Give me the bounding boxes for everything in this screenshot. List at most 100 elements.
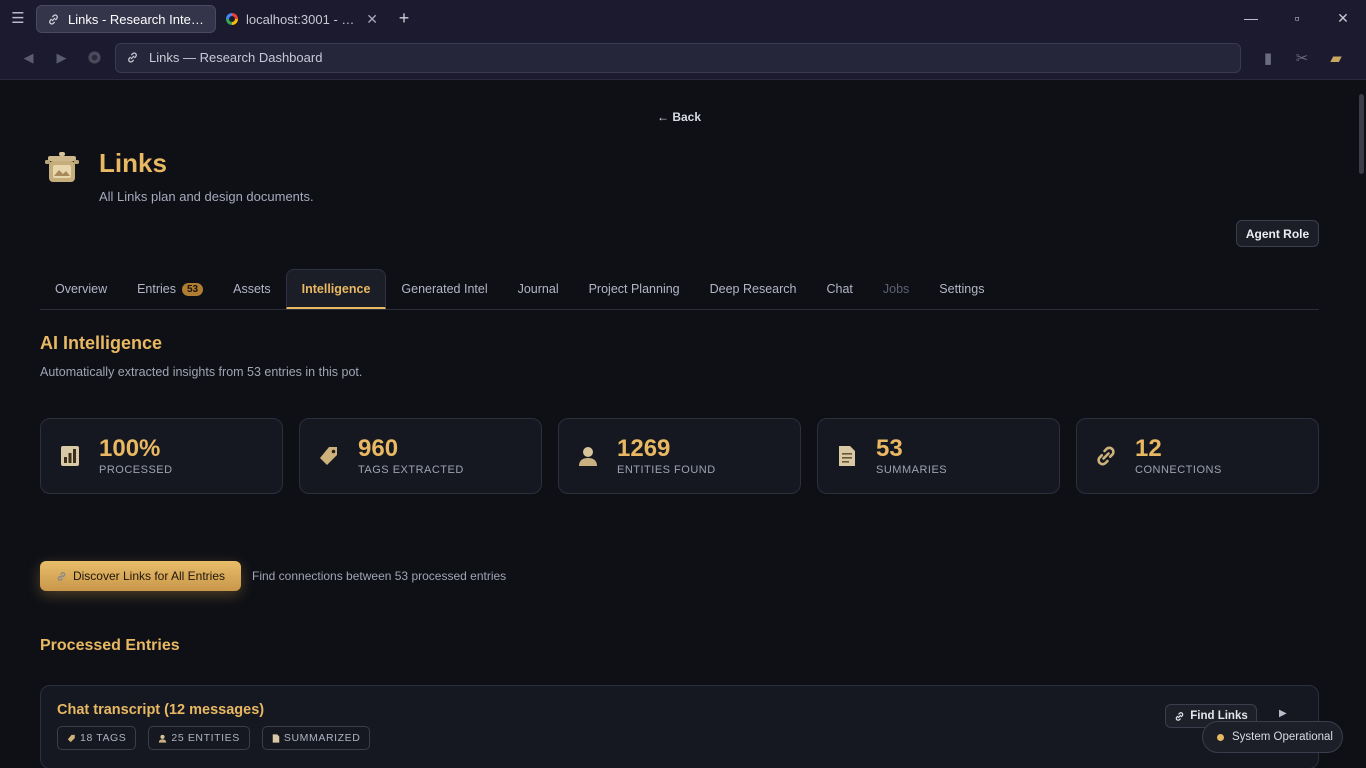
tags-chip: 18 TAGS (57, 726, 137, 750)
tab-project-planning[interactable]: Project Planning (574, 269, 695, 309)
back-arrow-icon[interactable]: ◀ (12, 42, 45, 74)
entry-title[interactable]: Chat transcript (12 messages) (57, 702, 264, 718)
tab-overview[interactable]: Overview (40, 269, 122, 309)
browser-tab-title: Links - Research Intellige... (68, 11, 205, 27)
notes-icon[interactable]: ▰ (1319, 42, 1353, 74)
stat-value: 12 (1135, 435, 1162, 462)
stat-card-connections: 12 CONNECTIONS (1076, 418, 1319, 494)
pot-icon (44, 150, 80, 186)
bar-chart-icon (59, 445, 81, 467)
stat-value: 1269 (617, 435, 671, 462)
person-icon (159, 734, 167, 743)
tab-chat[interactable]: Chat (811, 269, 867, 309)
stat-label: SUMMARIES (876, 464, 948, 476)
chip-label: SUMMARIZED (283, 732, 361, 744)
tab-label: Project Planning (588, 282, 680, 296)
browser-toolbar-right: ▮ ✂ ▰ (1251, 42, 1353, 74)
minimize-icon[interactable]: — (1228, 0, 1274, 36)
reload-icon[interactable] (78, 42, 111, 74)
summarized-chip: SUMMARIZED (261, 726, 371, 750)
tab-assets[interactable]: Assets (218, 269, 286, 309)
stat-value: 960 (358, 435, 399, 462)
scissors-icon[interactable]: ✂ (1285, 42, 1319, 74)
menu-icon[interactable]: ☰ (0, 0, 36, 36)
person-icon (577, 445, 599, 467)
status-text: System Operational (1232, 731, 1333, 743)
tab-settings[interactable]: Settings (924, 269, 999, 309)
tab-label: Overview (55, 282, 108, 296)
count-badge: 53 (182, 282, 204, 296)
link-icon (49, 13, 58, 25)
agent-role-button[interactable]: Agent Role (1236, 220, 1319, 247)
back-link[interactable]: ← Back (0, 110, 1358, 124)
stat-value: 53 (876, 435, 903, 462)
stat-label: CONNECTIONS (1135, 464, 1222, 476)
section-tabs: Overview Entries 53 Assets Intelligence G… (40, 269, 1319, 310)
address-text: Links — Research Dashboard (149, 50, 323, 65)
browser-tab-localhost[interactable]: localhost:3001 - Goo... ✕ (216, 5, 388, 33)
link-icon (1175, 711, 1184, 721)
browser-nav-bar: ◀ ▶ Links — Research Dashboard ▮ ✂ ▰ (0, 36, 1366, 80)
tag-icon (318, 445, 340, 467)
tab-journal[interactable]: Journal (503, 269, 574, 309)
chip-label: 18 TAGS (80, 732, 127, 744)
tab-deep-research[interactable]: Deep Research (695, 269, 812, 309)
stat-label: PROCESSED (99, 464, 173, 476)
entry-card[interactable]: Chat transcript (12 messages) 18 TAGS 25… (40, 685, 1319, 768)
page-title: Links (99, 148, 167, 178)
tab-label: Deep Research (709, 282, 797, 296)
section-title: AI Intelligence (40, 333, 163, 353)
tab-label: Jobs (882, 282, 910, 296)
tab-generated-intel[interactable]: Generated Intel (386, 269, 502, 309)
link-icon (1095, 445, 1117, 467)
tab-intelligence[interactable]: Intelligence (285, 269, 387, 309)
system-status-badge: System Operational (1202, 721, 1343, 753)
tab-jobs: Jobs (868, 269, 924, 309)
browser-tab-links[interactable]: Links - Research Intellige... (36, 5, 216, 33)
stat-card-entities: 1269 ENTITIES FOUND (558, 418, 801, 494)
processed-entries-title: Processed Entries (40, 637, 180, 654)
tab-label: Entries (137, 282, 176, 296)
tab-label: Generated Intel (401, 282, 488, 296)
discover-hint: Find connections between 53 processed en… (252, 569, 507, 583)
tab-label: Intelligence (301, 281, 371, 296)
link-icon (128, 52, 137, 63)
browser-tab-bar: ☰ Links - Research Intellige... localhos… (0, 0, 1366, 36)
discover-button-label: Discover Links for All Entries (72, 569, 226, 583)
tab-label: Journal (517, 282, 559, 296)
tab-entries[interactable]: Entries 53 (122, 269, 218, 309)
stat-label: TAGS EXTRACTED (358, 464, 464, 476)
address-bar[interactable]: Links — Research Dashboard (115, 42, 1241, 73)
tab-label: Chat (826, 282, 853, 296)
link-icon (57, 571, 66, 581)
tab-label: Assets (233, 282, 271, 296)
stat-card-summaries: 53 SUMMARIES (817, 418, 1060, 494)
discover-links-button[interactable]: Discover Links for All Entries (40, 561, 241, 591)
page-subtitle: All Links plan and design documents. (99, 189, 314, 204)
new-tab-button[interactable]: + (388, 4, 420, 32)
page-content: ← Back Links All Links plan and design d… (0, 80, 1366, 768)
stat-value: 100% (99, 435, 161, 462)
tab-label: Settings (939, 282, 985, 296)
tag-icon (67, 734, 75, 742)
document-icon (272, 733, 280, 743)
maximize-icon[interactable]: ▫ (1274, 0, 1320, 36)
forward-arrow-icon[interactable]: ▶ (45, 42, 78, 74)
reader-icon[interactable]: ▮ (1251, 42, 1285, 74)
close-window-icon[interactable]: ✕ (1320, 0, 1366, 36)
status-dot-icon (1217, 733, 1224, 741)
document-icon (836, 445, 858, 467)
window-controls: — ▫ ✕ (1228, 0, 1366, 36)
scrollbar[interactable] (1359, 94, 1364, 174)
section-subtitle: Automatically extracted insights from 53… (40, 365, 363, 379)
entities-chip: 25 ENTITIES (148, 726, 250, 750)
stat-card-processed: 100% PROCESSED (40, 418, 283, 494)
close-icon[interactable]: ✕ (366, 11, 378, 28)
stats-row: 100% PROCESSED 960 TAGS EXTRACTED 1269 E… (40, 418, 1319, 494)
chip-label: 25 ENTITIES (171, 732, 240, 744)
stat-card-tags: 960 TAGS EXTRACTED (299, 418, 542, 494)
google-icon (226, 13, 238, 25)
expand-arrow-icon[interactable]: ▶ (1279, 708, 1287, 719)
browser-tab-title: localhost:3001 - Goo... (246, 11, 359, 27)
entry-chips: 18 TAGS 25 ENTITIES SUMMARIZED (57, 726, 371, 750)
